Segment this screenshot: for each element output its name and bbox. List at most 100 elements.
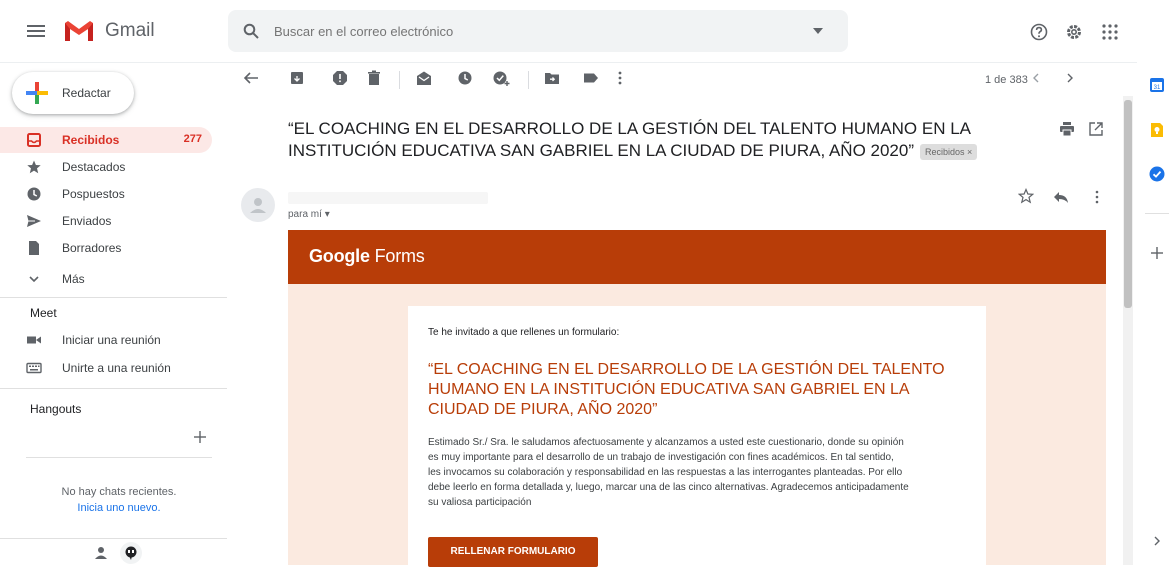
hangouts-divider — [26, 457, 212, 458]
chevron-down-icon — [26, 271, 42, 287]
google-forms-logo: Google Forms — [309, 246, 425, 267]
sidebar-item-label: Recibidos — [62, 133, 120, 147]
show-side-panel-chevron-icon[interactable] — [1150, 534, 1164, 548]
google-forms-banner: Google Forms — [288, 230, 1106, 284]
svg-text:31: 31 — [1154, 85, 1161, 91]
meet-item-label: Iniciar una reunión — [62, 333, 161, 347]
tasks-icon[interactable] — [1148, 165, 1166, 183]
form-title-line: CIUDAD DE PIURA, AÑO 2020” — [428, 401, 658, 418]
sidebar-item-inbox[interactable]: Recibidos 277 — [0, 127, 212, 153]
compose-button[interactable]: Redactar — [12, 72, 134, 114]
gmail-logo-icon[interactable] — [62, 18, 96, 44]
sidebar-item-drafts[interactable]: Borradores — [0, 235, 212, 261]
recipient-text: para mí — [288, 209, 322, 220]
inbox-icon — [26, 132, 42, 148]
sidebar-item-label: Más — [62, 272, 85, 286]
report-spam-icon[interactable] — [332, 70, 352, 90]
sidebar-divider — [0, 538, 227, 539]
star-outline-icon[interactable] — [1017, 187, 1035, 205]
search-bar[interactable] — [228, 10, 848, 52]
main-menu-icon[interactable] — [26, 22, 46, 40]
calendar-icon[interactable]: 31 — [1148, 76, 1166, 94]
form-title-line: HUMANO EN LA INSTITUCIÓN EDUCATIVA SAN G… — [428, 381, 910, 398]
keep-icon[interactable] — [1148, 121, 1166, 139]
mark-unread-icon[interactable] — [416, 70, 436, 90]
description-line: su valiosa participación — [428, 497, 532, 508]
sidebar-item-starred[interactable]: Destacados — [0, 154, 212, 180]
newer-chevron-left-icon[interactable] — [1030, 70, 1050, 90]
no-chats-text: No hay chats recientes. — [61, 486, 177, 498]
contacts-person-icon[interactable] — [93, 544, 109, 562]
get-addons-plus-icon[interactable] — [1150, 246, 1164, 260]
back-arrow-icon[interactable] — [243, 70, 263, 90]
add-to-tasks-icon[interactable] — [493, 70, 513, 90]
move-to-folder-icon[interactable] — [544, 70, 564, 90]
meet-item-join[interactable]: Unirte a una reunión — [0, 355, 212, 381]
top-divider — [0, 62, 1176, 63]
hangouts-chat-icon[interactable] — [120, 542, 142, 564]
email-subject: “EL COACHING EN EL DESARROLLO DE LA GEST… — [288, 118, 1048, 162]
sidebar-item-more[interactable]: Más — [0, 266, 212, 292]
start-new-chat-link[interactable]: Inicia uno nuevo. — [26, 502, 212, 514]
inbox-label-chip[interactable]: Recibidos × — [920, 143, 978, 160]
side-panel-divider — [1145, 213, 1169, 214]
more-options-icon[interactable] — [618, 70, 638, 90]
brand-forms: Forms — [369, 246, 425, 266]
sidebar-item-sent[interactable]: Enviados — [0, 208, 212, 234]
toolbar-divider — [528, 71, 529, 89]
open-in-new-window-icon[interactable] — [1087, 120, 1105, 138]
star-icon — [26, 159, 42, 175]
older-chevron-right-icon[interactable] — [1064, 70, 1084, 90]
compose-label: Redactar — [62, 86, 111, 100]
compose-plus-icon — [26, 82, 48, 104]
new-chat-plus-icon[interactable] — [191, 428, 209, 446]
pagination-text: 1 de 383 — [985, 74, 1028, 86]
meet-item-start[interactable]: Iniciar una reunión — [0, 327, 212, 353]
archive-icon[interactable] — [289, 70, 309, 90]
video-icon — [26, 332, 42, 348]
reply-arrow-icon[interactable] — [1052, 188, 1070, 206]
form-description: Estimado Sr./ Sra. le saludamos afectuos… — [428, 435, 984, 510]
recipient-dropdown[interactable]: para mí ▾ — [288, 209, 330, 220]
draft-icon — [26, 240, 42, 256]
apps-grid-icon[interactable] — [1100, 22, 1120, 42]
description-line: les invocamos su colaboración y responsa… — [428, 467, 903, 478]
sender-name-redacted — [288, 192, 488, 204]
send-icon — [26, 213, 42, 229]
hangouts-section-title: Hangouts — [30, 402, 82, 416]
sidebar-divider — [0, 388, 227, 389]
side-panel: 31 — [1137, 62, 1176, 565]
caret-down-icon: ▾ — [324, 209, 330, 220]
top-bar: Gmail — [0, 0, 1176, 62]
toolbar-divider — [399, 71, 400, 89]
label-tag-icon[interactable] — [583, 70, 603, 90]
sidebar-item-label: Borradores — [62, 241, 122, 255]
sidebar-divider — [0, 297, 227, 298]
app-title[interactable]: Gmail — [105, 20, 155, 42]
search-input[interactable] — [274, 10, 774, 52]
description-line: debe leerlo en forma detallada y, luego,… — [428, 482, 909, 493]
description-line: es muy importante para el desarrollo de … — [428, 452, 894, 463]
print-icon[interactable] — [1058, 120, 1076, 138]
description-line: Estimado Sr./ Sra. le saludamos afectuos… — [428, 437, 904, 448]
form-intro-text: Te he invitado a que rellenes un formula… — [428, 327, 620, 338]
search-icon[interactable] — [242, 22, 260, 40]
search-options-icon[interactable] — [812, 26, 824, 36]
help-icon[interactable] — [1029, 22, 1049, 42]
settings-gear-icon[interactable] — [1064, 22, 1084, 42]
message-scrollbar-thumb[interactable] — [1124, 100, 1132, 308]
meet-item-label: Unirte a una reunión — [62, 361, 171, 375]
message-more-icon[interactable] — [1088, 188, 1106, 206]
sidebar-item-snoozed[interactable]: Pospuestos — [0, 181, 212, 207]
form-title: “EL COACHING EN EL DESARROLLO DE LA GEST… — [428, 360, 978, 420]
clock-icon — [26, 186, 42, 202]
brand-google: Google — [309, 246, 370, 266]
meet-section-title: Meet — [30, 306, 57, 320]
delete-trash-icon[interactable] — [366, 70, 386, 90]
snooze-clock-icon[interactable] — [457, 70, 477, 90]
sender-avatar[interactable] — [241, 188, 275, 222]
sidebar-item-label: Destacados — [62, 160, 126, 174]
subject-line-2: INSTITUCIÓN EDUCATIVA SAN GABRIEL EN LA … — [288, 140, 1048, 162]
fill-form-button[interactable]: RELLENAR FORMULARIO — [428, 537, 598, 567]
unread-count-badge: 277 — [183, 133, 202, 145]
